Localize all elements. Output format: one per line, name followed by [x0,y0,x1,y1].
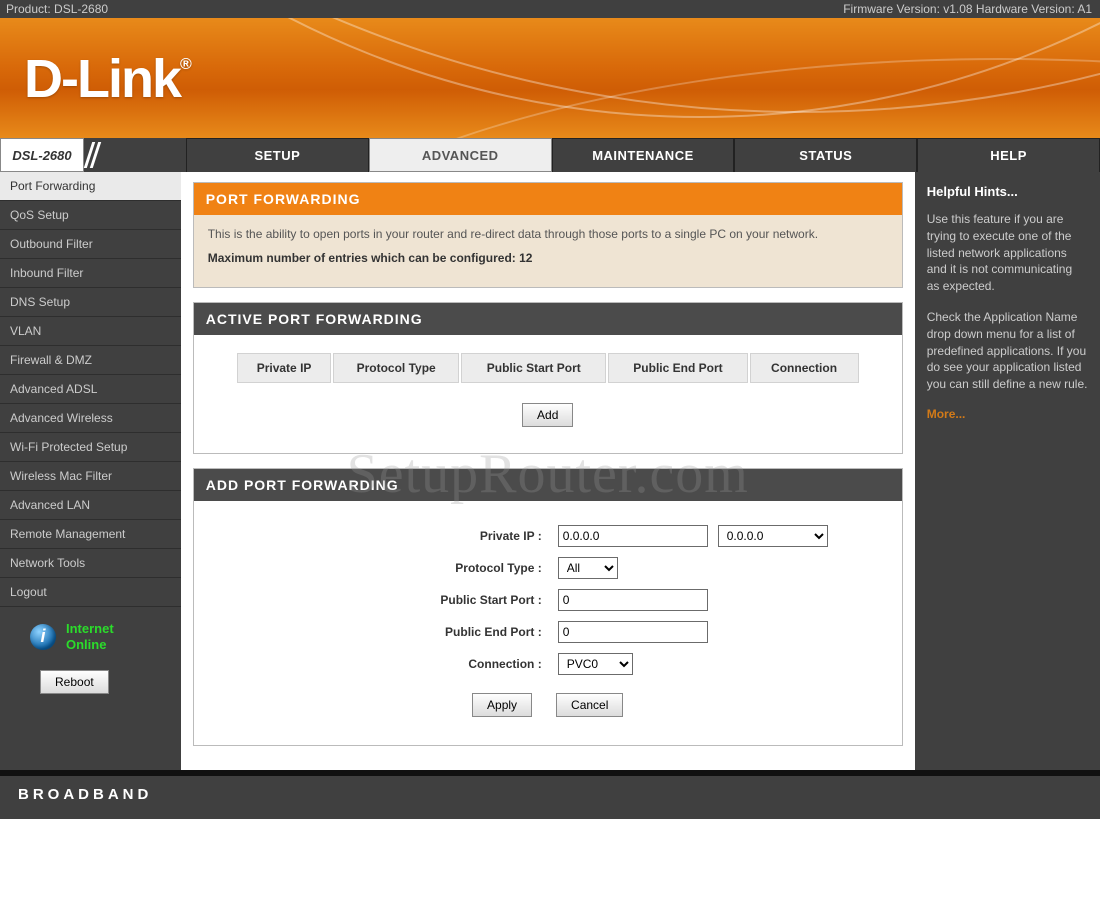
label-start-port: Public Start Port : [218,593,548,607]
product-label: Product: DSL-2680 [6,2,108,16]
sidebar-item-outbound-filter[interactable]: Outbound Filter [0,230,181,259]
private-ip-input[interactable] [558,525,708,547]
apply-button[interactable]: Apply [472,693,532,717]
reboot-button[interactable]: Reboot [40,670,109,694]
label-private-ip: Private IP : [218,529,548,543]
protocol-dropdown[interactable]: All [558,557,618,579]
status-line1: Internet [66,621,114,637]
nav-slash-decor [84,138,102,172]
help-more-link[interactable]: More... [927,407,966,421]
sidebar-item-firewall-dmz[interactable]: Firewall & DMZ [0,346,181,375]
info-icon: i [30,624,56,650]
public-end-port-input[interactable] [558,621,708,643]
sidebar-item-network-tools[interactable]: Network Tools [0,549,181,578]
nav-tab-status[interactable]: STATUS [734,138,917,172]
firmware-label: Firmware Version: v1.08 Hardware Version… [843,2,1092,16]
sidebar-item-remote-management[interactable]: Remote Management [0,520,181,549]
sidebar-item-port-forwarding[interactable]: Port Forwarding [0,172,181,201]
sidebar-item-advanced-lan[interactable]: Advanced LAN [0,491,181,520]
intro-desc: This is the ability to open ports in you… [208,227,888,241]
help-sidebar: Helpful Hints... Use this feature if you… [915,172,1100,770]
col-public-end-port: Public End Port [608,353,747,383]
sidebar-item-dns-setup[interactable]: DNS Setup [0,288,181,317]
sidebar-item-wi-fi-protected-setup[interactable]: Wi-Fi Protected Setup [0,433,181,462]
top-info-bar: Product: DSL-2680 Firmware Version: v1.0… [0,0,1100,18]
nav-row: DSL-2680 SETUPADVANCEDMAINTENANCESTATUSH… [0,138,1100,172]
nav-tab-setup[interactable]: SETUP [186,138,369,172]
label-end-port: Public End Port : [218,625,548,639]
sidebar-item-qos-setup[interactable]: QoS Setup [0,201,181,230]
private-ip-dropdown[interactable]: 0.0.0.0 [718,525,828,547]
sidebar-item-advanced-adsl[interactable]: Advanced ADSL [0,375,181,404]
col-private-ip: Private IP [237,353,331,383]
help-title: Helpful Hints... [927,184,1088,199]
connection-dropdown[interactable]: PVC0 [558,653,633,675]
device-model-box: DSL-2680 [0,138,84,172]
label-connection: Connection : [218,657,548,671]
sidebar: Port ForwardingQoS SetupOutbound FilterI… [0,172,181,770]
col-public-start-port: Public Start Port [461,353,606,383]
sidebar-item-logout[interactable]: Logout [0,578,181,607]
main-content: SetupRouter.com PORT FORWARDING This is … [181,172,915,770]
internet-status: i Internet Online [0,607,181,660]
brand-logo: D-Link® [0,18,1100,110]
panel-port-forwarding-intro: PORT FORWARDING This is the ability to o… [193,182,903,288]
panel-active-port-forwarding: ACTIVE PORT FORWARDING Private IPProtoco… [193,302,903,454]
help-p1: Use this feature if you are trying to ex… [927,211,1088,295]
col-protocol-type: Protocol Type [333,353,459,383]
sidebar-item-inbound-filter[interactable]: Inbound Filter [0,259,181,288]
active-forwarding-table: Private IPProtocol TypePublic Start Port… [235,353,861,383]
col-connection: Connection [750,353,859,383]
nav-tab-maintenance[interactable]: MAINTENANCE [552,138,735,172]
nav-tab-advanced[interactable]: ADVANCED [369,138,552,172]
sidebar-item-wireless-mac-filter[interactable]: Wireless Mac Filter [0,462,181,491]
intro-max: Maximum number of entries which can be c… [208,251,888,265]
label-protocol: Protocol Type : [218,561,548,575]
help-p2: Check the Application Name drop down men… [927,309,1088,393]
sidebar-item-advanced-wireless[interactable]: Advanced Wireless [0,404,181,433]
status-line2: Online [66,637,114,653]
footer-broadband: BROADBAND [0,770,1100,819]
add-button[interactable]: Add [522,403,573,427]
panel-add-port-forwarding: ADD PORT FORWARDING Private IP : 0.0.0.0… [193,468,903,746]
panel-header-add: ADD PORT FORWARDING [194,469,902,501]
panel-header-intro: PORT FORWARDING [194,183,902,215]
panel-header-active: ACTIVE PORT FORWARDING [194,303,902,335]
sidebar-item-vlan[interactable]: VLAN [0,317,181,346]
brand-banner: D-Link® [0,18,1100,138]
nav-tab-help[interactable]: HELP [917,138,1100,172]
cancel-button[interactable]: Cancel [556,693,623,717]
public-start-port-input[interactable] [558,589,708,611]
